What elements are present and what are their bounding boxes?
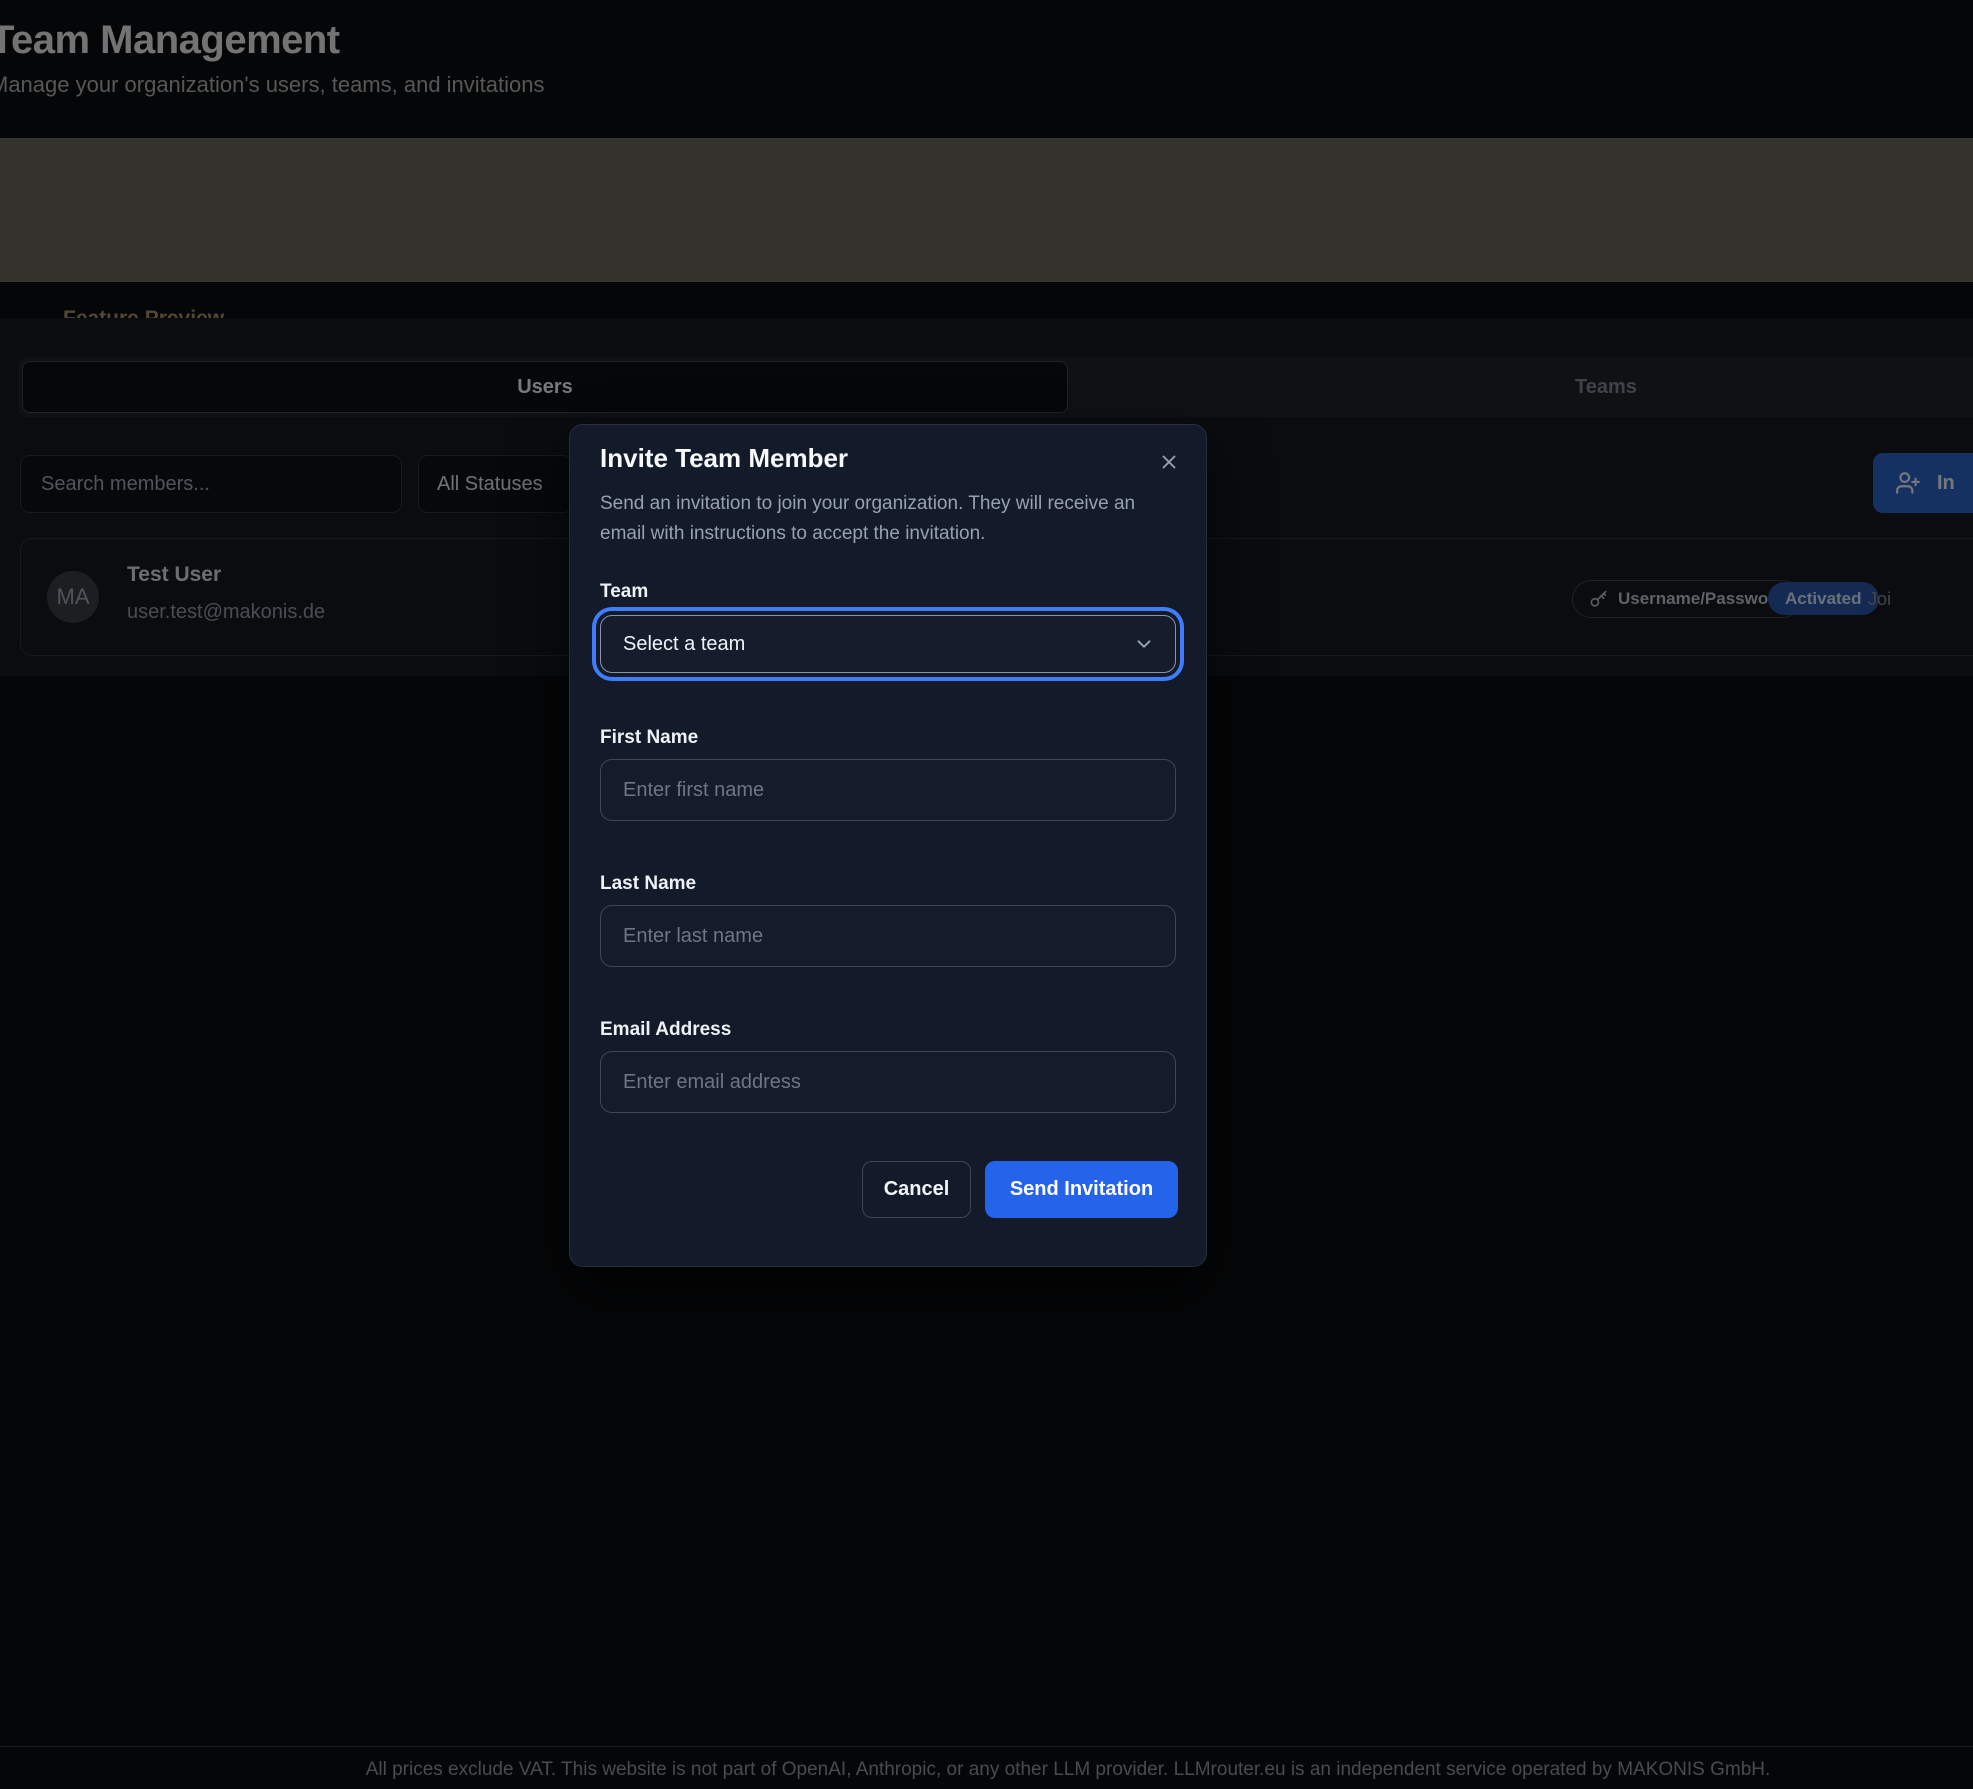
email-address-label: Email Address	[600, 1019, 731, 1041]
send-invitation-button[interactable]: Send Invitation	[985, 1161, 1178, 1218]
email-address-input[interactable]	[600, 1051, 1176, 1113]
last-name-label: Last Name	[600, 873, 696, 895]
last-name-input[interactable]	[600, 905, 1176, 967]
chevron-down-icon	[1133, 633, 1155, 655]
team-label: Team	[600, 581, 648, 603]
send-invitation-button-label: Send Invitation	[1010, 1178, 1153, 1201]
cancel-button-label: Cancel	[884, 1178, 950, 1201]
team-select-value: Select a team	[623, 633, 745, 656]
dialog-description: Send an invitation to join your organiza…	[600, 489, 1185, 549]
screen: Team Management Manage your organization…	[0, 0, 1973, 1789]
team-select[interactable]: Select a team	[600, 615, 1176, 673]
dialog-title: Invite Team Member	[600, 443, 848, 474]
cancel-button[interactable]: Cancel	[862, 1161, 971, 1218]
invite-team-member-dialog: Invite Team Member Send an invitation to…	[569, 424, 1207, 1267]
first-name-input[interactable]	[600, 759, 1176, 821]
first-name-label: First Name	[600, 727, 698, 749]
close-icon[interactable]	[1154, 447, 1184, 477]
